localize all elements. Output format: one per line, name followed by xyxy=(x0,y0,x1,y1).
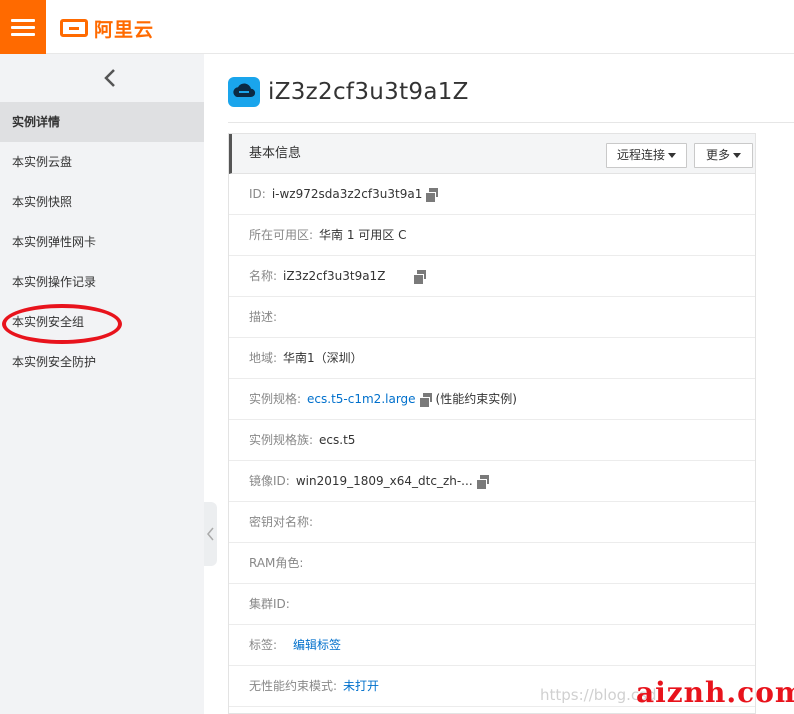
copy-icon[interactable] xyxy=(418,393,432,408)
row-label: 所在可用区: xyxy=(249,228,314,242)
aliyun-logo[interactable]: 阿里云 xyxy=(60,16,155,41)
row-label: ID: xyxy=(249,187,266,201)
info-row-id: ID: i-wz972sda3z2cf3u3t9a1 xyxy=(229,174,755,215)
info-row-tags: 标签: 编辑标签 xyxy=(229,625,755,666)
page-title: iZ3z2cf3u3t9a1Z xyxy=(268,79,469,105)
watermark-site: aiznh.com xyxy=(636,676,794,709)
sidebar-item-snapshots[interactable]: 本实例快照 xyxy=(0,182,204,222)
panel-title: 基本信息 xyxy=(249,146,302,161)
row-label: 名称: xyxy=(249,269,278,283)
info-row-ram-role: RAM角色: xyxy=(229,543,755,584)
row-value: win2019_1809_x64_dtc_zh-... xyxy=(295,474,473,488)
row-value-suffix: (性能约束实例) xyxy=(435,392,517,406)
row-label: 集群ID: xyxy=(249,597,290,611)
remote-connect-label: 远程连接 xyxy=(617,148,666,162)
title-divider xyxy=(228,122,794,123)
instance-type-link[interactable]: ecs.t5-c1m2.large xyxy=(307,392,416,406)
copy-icon[interactable] xyxy=(475,475,489,490)
info-row-keypair: 密钥对名称: xyxy=(229,502,755,543)
row-label: 镜像ID: xyxy=(249,474,290,488)
row-label: 描述: xyxy=(249,310,278,324)
sidebar: 实例详情 本实例云盘 本实例快照 本实例弹性网卡 本实例操作记录 本实例安全组 … xyxy=(0,54,204,714)
row-label: 密钥对名称: xyxy=(249,515,314,529)
info-row-instance-type: 实例规格: ecs.t5-c1m2.large (性能约束实例) xyxy=(229,379,755,420)
cloud-server-icon xyxy=(228,77,260,107)
sidebar-collapse-handle[interactable] xyxy=(204,502,217,566)
unlimited-mode-link[interactable]: 未打开 xyxy=(343,679,379,693)
row-label: 实例规格: xyxy=(249,392,302,406)
sidebar-item-network-interfaces[interactable]: 本实例弹性网卡 xyxy=(0,222,204,262)
row-value: iZ3z2cf3u3t9a1Z xyxy=(283,269,386,283)
aliyun-logo-icon xyxy=(60,19,88,37)
caret-down-icon xyxy=(668,153,677,158)
row-value: 华南 1 可用区 C xyxy=(319,228,407,242)
row-label: 无性能约束模式: xyxy=(249,679,338,693)
basic-info-panel: 基本信息 远程连接 更多 ID: i-wz972sda3z2cf3u3t9a1 所… xyxy=(228,133,756,714)
more-button[interactable]: 更多 xyxy=(694,143,754,168)
info-row-name: 名称: iZ3z2cf3u3t9a1Z xyxy=(229,256,755,297)
copy-icon[interactable] xyxy=(413,270,427,285)
caret-down-icon xyxy=(733,153,742,158)
top-bar: 阿里云 xyxy=(0,0,794,54)
row-label: RAM角色: xyxy=(249,556,304,570)
red-circle-annotation xyxy=(2,304,122,344)
chevron-left-icon xyxy=(207,527,214,541)
info-row-cluster-id: 集群ID: xyxy=(229,584,755,625)
more-label: 更多 xyxy=(706,148,731,162)
row-value: 华南1（深圳） xyxy=(283,351,363,365)
info-row-instance-family: 实例规格族: ecs.t5 xyxy=(229,420,755,461)
info-row-image-id: 镜像ID: win2019_1809_x64_dtc_zh-... xyxy=(229,461,755,502)
chevron-left-icon[interactable] xyxy=(100,66,120,90)
edit-tags-link[interactable]: 编辑标签 xyxy=(293,638,341,652)
row-label: 标签: xyxy=(249,638,278,652)
row-label: 地域: xyxy=(249,351,278,365)
row-value: i-wz972sda3z2cf3u3t9a1 xyxy=(271,187,423,201)
copy-icon[interactable] xyxy=(425,188,439,203)
brand-name: 阿里云 xyxy=(94,18,155,41)
row-value: ecs.t5 xyxy=(319,433,356,447)
hamburger-menu-icon[interactable] xyxy=(0,0,46,54)
row-label: 实例规格族: xyxy=(249,433,314,447)
sidebar-item-disks[interactable]: 本实例云盘 xyxy=(0,142,204,182)
sidebar-item-operation-logs[interactable]: 本实例操作记录 xyxy=(0,262,204,302)
sidebar-item-instance-details[interactable]: 实例详情 xyxy=(0,102,204,142)
remote-connect-button[interactable]: 远程连接 xyxy=(606,143,688,168)
sidebar-item-security-protection[interactable]: 本实例安全防护 xyxy=(0,342,204,382)
info-row-region: 地域: 华南1（深圳） xyxy=(229,338,755,379)
info-row-zone: 所在可用区: 华南 1 可用区 C xyxy=(229,215,755,256)
panel-header: 基本信息 远程连接 更多 xyxy=(229,134,755,174)
info-row-description: 描述: xyxy=(229,297,755,338)
